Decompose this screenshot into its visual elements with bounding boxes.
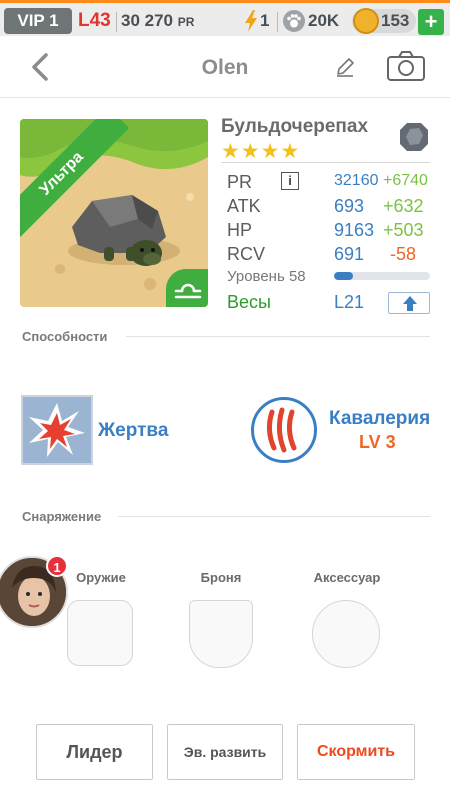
ability-name-cavalry[interactable]: Кавалерия bbox=[329, 408, 430, 430]
divider bbox=[126, 336, 430, 337]
divider bbox=[116, 12, 117, 32]
divider bbox=[221, 162, 430, 163]
stat-label-pr: PR bbox=[227, 172, 253, 192]
power-unit: PR bbox=[177, 15, 195, 29]
leader-button[interactable]: Лидер bbox=[36, 724, 153, 780]
header: Olen bbox=[0, 36, 450, 98]
zodiac-name: Весы bbox=[227, 292, 271, 312]
ability-name-sacrifice[interactable]: Жертва bbox=[98, 420, 168, 442]
lightning-icon bbox=[245, 10, 257, 32]
weapon-slot[interactable] bbox=[67, 600, 133, 666]
ability-level-cavalry: LV 3 bbox=[359, 432, 396, 452]
divider bbox=[118, 516, 430, 517]
equipment-title: Снаряжение bbox=[22, 509, 102, 524]
coin-icon bbox=[353, 8, 379, 34]
slot-label-accessory: Аксессуар bbox=[313, 570, 381, 585]
vip-badge[interactable]: VIP 1 bbox=[4, 8, 72, 34]
stat-value-pr: 32160 bbox=[334, 172, 379, 189]
accessory-slot[interactable] bbox=[312, 600, 380, 668]
info-button[interactable]: i bbox=[281, 172, 299, 190]
abilities-title: Способности bbox=[22, 329, 108, 344]
energy-count: 1 bbox=[260, 11, 270, 30]
divider bbox=[277, 12, 278, 32]
stat-value-rcv: 691 bbox=[334, 244, 365, 264]
up-arrow-icon bbox=[403, 296, 417, 311]
slot-label-armor: Броня bbox=[200, 570, 242, 585]
explosion-icon[interactable] bbox=[21, 395, 93, 465]
gems-count: 153 bbox=[381, 11, 410, 30]
rock-element-icon bbox=[400, 123, 428, 151]
claw-icon[interactable] bbox=[251, 397, 317, 463]
slot-label-weapon: Оружие bbox=[76, 570, 126, 585]
top-status-bar: VIP 1 L43 30 270 PR 1 20K 153 + bbox=[0, 0, 450, 36]
level-progress-fill bbox=[334, 272, 354, 280]
armor-slot[interactable] bbox=[189, 600, 253, 668]
pet-level: L21 bbox=[334, 292, 365, 312]
stat-label-hp: HP bbox=[227, 220, 253, 240]
player-level: L43 bbox=[78, 10, 111, 31]
camera-icon[interactable] bbox=[386, 50, 426, 82]
level-label: Уровень 58 bbox=[227, 268, 306, 285]
paw-icon bbox=[283, 10, 305, 32]
pencil-icon[interactable] bbox=[334, 56, 356, 78]
upgrade-button[interactable] bbox=[388, 292, 430, 314]
stat-bonus-hp: +503 bbox=[383, 220, 424, 240]
evolve-button[interactable]: Эв. развить bbox=[167, 724, 283, 780]
pet-portrait[interactable]: Ультра bbox=[20, 119, 208, 307]
stat-value-atk: 693 bbox=[334, 196, 365, 216]
feed-button[interactable]: Скормить bbox=[297, 724, 415, 780]
stat-label-atk: ATK bbox=[227, 196, 261, 216]
stat-bonus-pr: +6740 bbox=[383, 172, 428, 189]
stat-bonus-rcv: -58 bbox=[390, 244, 417, 264]
pet-name: Бульдочерепах bbox=[221, 116, 369, 137]
stat-label-rcv: RCV bbox=[227, 244, 266, 264]
page-title: Olen bbox=[201, 56, 249, 79]
power-value: 30 270 bbox=[121, 11, 173, 30]
add-currency-button[interactable]: + bbox=[418, 9, 444, 35]
level-progress-bar bbox=[334, 272, 430, 280]
player-power: 30 270 PR bbox=[121, 9, 194, 34]
notification-badge: 1 bbox=[46, 555, 68, 577]
stat-bonus-atk: +632 bbox=[383, 196, 424, 216]
star-rating: ★★★★ bbox=[221, 140, 301, 163]
stat-value-hp: 9163 bbox=[334, 220, 375, 240]
food-count: 20K bbox=[308, 11, 340, 30]
libra-icon bbox=[166, 269, 208, 307]
